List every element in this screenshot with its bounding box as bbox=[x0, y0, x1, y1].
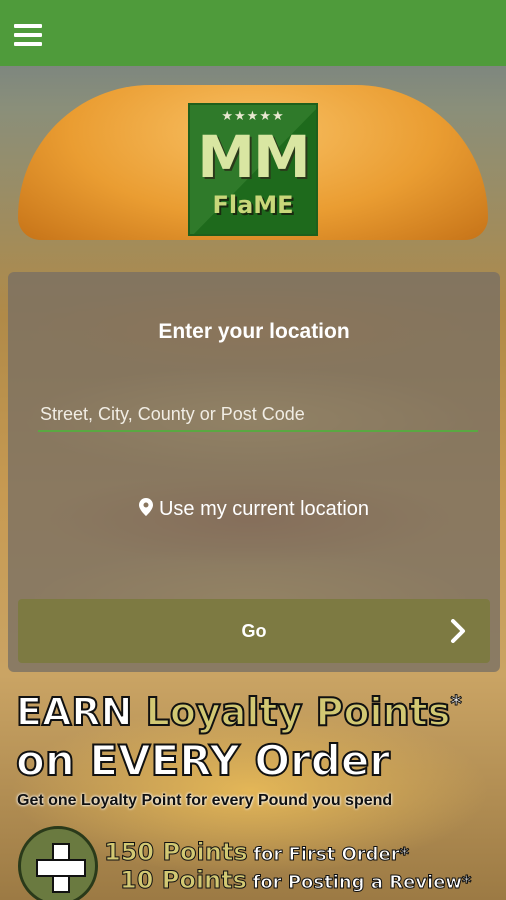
hamburger-menu-icon[interactable] bbox=[14, 24, 42, 46]
logo-flame-text: FlaME bbox=[212, 191, 294, 219]
promo-headline-1: EARN Loyalty Points* bbox=[15, 689, 462, 735]
first-order-points-value: 150 Points bbox=[104, 838, 249, 867]
promo-subtitle: Get one Loyalty Point for every Pound yo… bbox=[17, 792, 393, 809]
location-panel-title: Enter your location bbox=[158, 320, 350, 343]
location-panel: Enter your location Use my current locat… bbox=[8, 272, 500, 672]
logo-mm-text: MM bbox=[197, 123, 310, 191]
go-button[interactable]: Go bbox=[18, 599, 490, 663]
mm-flame-logo: ★★★★★ MM FlaME bbox=[188, 103, 318, 236]
app-bar bbox=[0, 0, 506, 66]
promo-earn-text: EARN bbox=[15, 689, 133, 735]
review-points-value: 10 Points bbox=[120, 866, 248, 895]
promo-asterisk: * bbox=[450, 692, 462, 718]
review-points-label: for Posting a Review* bbox=[252, 872, 472, 894]
first-order-points: 150 Points for First Order* bbox=[104, 838, 410, 867]
go-button-label: Go bbox=[241, 621, 267, 641]
use-current-location-link[interactable]: Use my current location bbox=[8, 498, 500, 521]
logo-stars: ★★★★★ bbox=[221, 108, 285, 123]
location-pin-icon bbox=[138, 498, 153, 516]
promo-headline-2: on EVERY Order bbox=[15, 735, 391, 786]
use-current-location-label: Use my current location bbox=[158, 498, 370, 520]
location-search-input[interactable] bbox=[38, 398, 478, 432]
promo-loyalty-points-text: Loyalty Points bbox=[145, 689, 452, 735]
loyalty-promo-banner: EARN Loyalty Points* on EVERY Order Get … bbox=[0, 680, 506, 900]
add-plus-icon[interactable] bbox=[18, 826, 98, 900]
review-points: 10 Points for Posting a Review* bbox=[120, 866, 472, 895]
first-order-points-label: for First Order* bbox=[253, 844, 410, 866]
chevron-right-icon bbox=[451, 619, 465, 643]
